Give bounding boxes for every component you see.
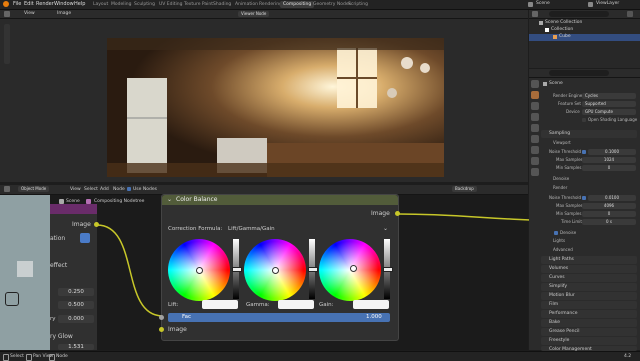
vp-noise-threshold-label: Noise Threshold <box>549 149 582 154</box>
render-engine-label: Render Engine <box>553 93 583 98</box>
fac-label: Fac <box>182 314 192 320</box>
properties-scene-label: Scene <box>549 81 563 86</box>
outliner-search-input[interactable] <box>549 11 609 17</box>
vp-max-samples-field[interactable]: 1024 <box>582 157 636 163</box>
device-label: Device <box>566 109 580 114</box>
input-image-socket[interactable] <box>159 327 164 332</box>
r-denoise-checkbox[interactable] <box>554 231 558 235</box>
color-balance-node[interactable]: ⌄ Color Balance Image Correction Formula… <box>159 194 400 341</box>
render-subpanel[interactable]: Render <box>553 184 567 191</box>
formula-selector[interactable]: Lift/Gamma/Gain <box>228 226 275 232</box>
gain-label: Gain: <box>319 302 334 308</box>
color-balance-title: Color Balance <box>176 196 218 203</box>
vp-max-samples-label: Max Samples <box>556 157 583 162</box>
outliner-collection[interactable]: Collection <box>551 27 573 32</box>
input-image-label: Image <box>168 326 187 333</box>
outliner[interactable]: Scene Collection Collection Cube <box>529 10 640 68</box>
outliner-type-icon[interactable] <box>532 11 538 17</box>
render-engine-select[interactable]: Cycles <box>582 93 636 99</box>
freestyle-panel[interactable]: Freestyle <box>541 337 637 345</box>
tool-tab-icon[interactable] <box>531 80 539 88</box>
r-max-samples-label: Max Samples <box>556 203 583 208</box>
advanced-subpanel[interactable]: Advanced <box>553 246 573 253</box>
gamma-wheel-cursor[interactable] <box>272 267 279 274</box>
cube-icon <box>553 35 557 39</box>
fac-slider[interactable]: Fac 1.000 <box>168 313 390 322</box>
status-select: Select <box>10 354 24 359</box>
osl-checkbox[interactable] <box>582 118 586 122</box>
fac-input-socket[interactable] <box>159 315 164 320</box>
feature-set-label: Feature Set <box>558 101 581 106</box>
output-image-socket[interactable] <box>395 211 400 216</box>
object-tab-icon[interactable] <box>531 146 539 154</box>
properties-header <box>529 69 640 78</box>
lights-subpanel[interactable]: Lights <box>553 237 565 244</box>
r-min-samples-label: Min Samples <box>556 211 582 216</box>
status-node: Node <box>56 354 68 359</box>
scene-tab-icon[interactable] <box>531 124 539 132</box>
outliner-cube: Cube <box>559 34 571 39</box>
formula-label: Correction Formula: <box>168 226 223 232</box>
simplify-panel[interactable]: Simplify <box>541 283 637 291</box>
viewport-subpanel[interactable]: Viewport <box>553 139 571 146</box>
material-tab-icon[interactable] <box>531 168 539 176</box>
color-balance-header[interactable]: ⌄ Color Balance <box>162 195 398 205</box>
outliner-row-cube[interactable]: Cube <box>529 34 640 41</box>
r-noise-threshold-checkbox[interactable] <box>582 196 586 200</box>
view-layer-tab-icon[interactable] <box>531 113 539 121</box>
lift-label: Lift: <box>168 302 179 308</box>
gamma-slider-handle[interactable] <box>308 267 318 272</box>
world-tab-icon[interactable] <box>531 135 539 143</box>
time-limit-label: Time Limit <box>561 219 582 224</box>
light-paths-panel[interactable]: Light Paths <box>541 256 637 264</box>
render-scene-icon <box>543 82 547 86</box>
feature-set-select[interactable]: Supported <box>582 101 636 107</box>
performance-panel[interactable]: Performance <box>541 310 637 318</box>
formula-dropdown-icon[interactable]: ⌄ <box>383 225 388 232</box>
vp-noise-threshold-field[interactable]: 0.1000 <box>588 149 636 155</box>
r-denoise-subpanel[interactable]: Denoise <box>560 229 576 236</box>
motion-blur-panel[interactable]: Motion Blur <box>541 292 637 300</box>
gain-wheel-cursor[interactable] <box>350 265 357 272</box>
gain-color-swatch[interactable] <box>353 300 389 309</box>
gamma-label: Gamma: <box>246 302 270 308</box>
bake-panel[interactable]: Bake <box>541 319 637 327</box>
scene-collection-icon <box>539 21 543 25</box>
output-image-label: Image <box>371 210 390 217</box>
lift-color-swatch[interactable] <box>202 300 238 309</box>
sampling-panel-header[interactable]: Sampling <box>541 130 637 138</box>
filter-icon[interactable] <box>627 11 633 17</box>
outliner-scene-collection[interactable]: Scene Collection <box>545 20 582 25</box>
gain-slider-handle[interactable] <box>383 267 393 272</box>
modifier-tab-icon[interactable] <box>531 157 539 165</box>
properties-search-input[interactable] <box>549 70 609 76</box>
curves-panel[interactable]: Curves <box>541 274 637 282</box>
output-tab-icon[interactable] <box>531 102 539 110</box>
r-noise-threshold-label: Noise Threshold <box>549 195 582 200</box>
lift-slider-handle[interactable] <box>232 267 242 272</box>
vp-noise-threshold-checkbox[interactable] <box>582 150 586 154</box>
vp-min-samples-field[interactable]: 0 <box>582 165 636 171</box>
lift-wheel-cursor[interactable] <box>196 267 203 274</box>
r-max-samples-field[interactable]: 4096 <box>582 203 636 209</box>
device-select[interactable]: GPU Compute <box>582 109 636 115</box>
r-noise-threshold-field[interactable]: 0.0100 <box>588 195 636 201</box>
render-tab-icon[interactable] <box>531 91 539 99</box>
grease-pencil-panel[interactable]: Grease Pencil <box>541 328 637 336</box>
collapse-chevron-icon[interactable]: ⌄ <box>167 197 172 203</box>
status-version: 4.2 <box>624 354 632 359</box>
volumes-panel[interactable]: Volumes <box>541 265 637 273</box>
osl-label: Open Shading Language <box>588 117 638 122</box>
fac-value: 1.000 <box>366 314 382 320</box>
vp-denoise-subpanel[interactable]: Denoise <box>553 175 569 182</box>
vp-min-samples-label: Min Samples <box>556 165 582 170</box>
gamma-color-swatch[interactable] <box>278 300 314 309</box>
film-panel[interactable]: Film <box>541 301 637 309</box>
collection-icon <box>545 28 549 32</box>
outliner-header <box>529 10 640 19</box>
r-min-samples-field[interactable]: 0 <box>582 211 636 217</box>
time-limit-field[interactable]: 0 s <box>582 219 636 225</box>
